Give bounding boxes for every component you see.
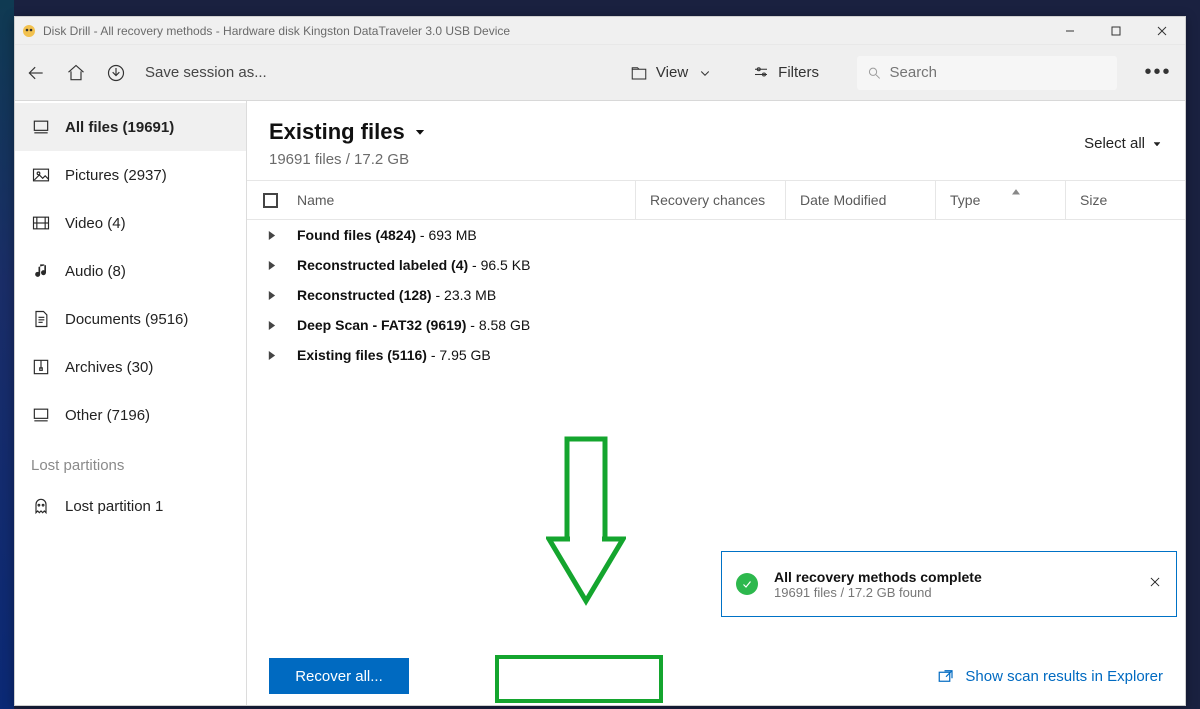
image-icon	[31, 165, 51, 185]
expand-icon[interactable]	[261, 260, 281, 271]
film-icon	[31, 213, 51, 233]
filters-button[interactable]: Filters	[752, 64, 819, 82]
home-button[interactable]	[65, 62, 87, 84]
sidebar-item-label: Pictures (2937)	[65, 167, 167, 184]
table-row[interactable]: Reconstructed labeled (4) - 96.5 KB	[247, 250, 1185, 280]
stack-icon	[31, 117, 51, 137]
sidebar-item-lost-partition-1[interactable]: Lost partition 1	[15, 482, 246, 530]
success-check-icon	[736, 573, 758, 595]
sidebar-heading-lost-partitions: Lost partitions	[15, 439, 246, 482]
toolbar: Save session as... View Filters •••	[15, 45, 1185, 101]
main-title-dropdown[interactable]: Existing files	[269, 119, 1084, 145]
sidebar-item-audio[interactable]: Audio (8)	[15, 247, 246, 295]
ghost-icon	[31, 496, 51, 516]
maximize-button[interactable]	[1093, 17, 1139, 44]
app-window: Disk Drill - All recovery methods - Hard…	[14, 16, 1186, 706]
sidebar-item-label: Documents (9516)	[65, 311, 188, 328]
chevron-down-icon	[413, 125, 427, 139]
column-size[interactable]: Size	[1065, 181, 1185, 219]
sidebar-item-label: All files (19691)	[65, 119, 174, 136]
sidebar-item-label: Lost partition 1	[65, 498, 163, 515]
search-box[interactable]	[857, 56, 1117, 90]
sidebar-item-label: Video (4)	[65, 215, 126, 232]
expand-icon[interactable]	[261, 290, 281, 301]
column-date-modified[interactable]: Date Modified	[785, 181, 935, 219]
folder-icon	[630, 64, 648, 82]
sidebar-item-pictures[interactable]: Pictures (2937)	[15, 151, 246, 199]
view-label: View	[656, 64, 688, 81]
sidebar-item-all-files[interactable]: All files (19691)	[15, 103, 246, 151]
table-row[interactable]: Existing files (5116) - 7.95 GB	[247, 340, 1185, 370]
table-row[interactable]: Deep Scan - FAT32 (9619) - 8.58 GB	[247, 310, 1185, 340]
window-title: Disk Drill - All recovery methods - Hard…	[43, 24, 510, 38]
status-detail: 19691 files / 17.2 GB found	[774, 585, 1132, 600]
minimize-button[interactable]	[1047, 17, 1093, 44]
save-session-icon[interactable]	[105, 62, 127, 84]
main-header: Existing files 19691 files / 17.2 GB Sel…	[247, 101, 1185, 180]
bottom-bar: Recover all... Show scan results in Expl…	[247, 647, 1185, 705]
sidebar-item-other[interactable]: Other (7196)	[15, 391, 246, 439]
expand-icon[interactable]	[261, 230, 281, 241]
status-title: All recovery methods complete	[774, 569, 1132, 585]
sidebar-item-label: Archives (30)	[65, 359, 153, 376]
titlebar: Disk Drill - All recovery methods - Hard…	[15, 17, 1185, 45]
show-in-explorer-link[interactable]: Show scan results in Explorer	[937, 667, 1163, 685]
select-all-button[interactable]: Select all	[1084, 135, 1163, 152]
chevron-down-icon	[696, 64, 714, 82]
document-icon	[31, 309, 51, 329]
column-recovery-chances[interactable]: Recovery chances	[635, 181, 785, 219]
expand-icon[interactable]	[261, 320, 281, 331]
desktop-background	[0, 0, 14, 709]
expand-icon[interactable]	[261, 350, 281, 361]
open-external-icon	[937, 667, 955, 685]
table-header: Name Recovery chances Date Modified Type…	[247, 180, 1185, 220]
sidebar: All files (19691) Pictures (2937) Video …	[15, 101, 247, 705]
column-name[interactable]: Name	[293, 181, 635, 219]
close-button[interactable]	[1139, 17, 1185, 44]
app-icon	[21, 23, 37, 39]
back-button[interactable]	[25, 62, 47, 84]
view-menu[interactable]: View	[630, 64, 714, 82]
search-icon	[867, 65, 882, 81]
sidebar-item-archives[interactable]: Archives (30)	[15, 343, 246, 391]
search-input[interactable]	[890, 64, 1108, 81]
sidebar-item-video[interactable]: Video (4)	[15, 199, 246, 247]
select-all-checkbox[interactable]	[247, 193, 293, 208]
status-close-button[interactable]	[1148, 575, 1162, 594]
select-all-label: Select all	[1084, 135, 1145, 152]
explorer-link-label: Show scan results in Explorer	[965, 668, 1163, 685]
table-row[interactable]: Reconstructed (128) - 23.3 MB	[247, 280, 1185, 310]
archive-icon	[31, 357, 51, 377]
main-subtitle: 19691 files / 17.2 GB	[269, 151, 1084, 168]
sidebar-item-label: Other (7196)	[65, 407, 150, 424]
column-type[interactable]: Type	[935, 181, 1065, 219]
save-session-button[interactable]: Save session as...	[145, 64, 267, 81]
chevron-down-icon	[1151, 138, 1163, 150]
recover-all-button[interactable]: Recover all...	[269, 658, 409, 694]
main-title-text: Existing files	[269, 119, 405, 145]
result-groups: Found files (4824) - 693 MB Reconstructe…	[247, 220, 1185, 370]
filters-label: Filters	[778, 64, 819, 81]
music-icon	[31, 261, 51, 281]
more-menu[interactable]: •••	[1141, 61, 1175, 84]
stack-icon	[31, 405, 51, 425]
table-row[interactable]: Found files (4824) - 693 MB	[247, 220, 1185, 250]
annotation-arrow-icon	[546, 436, 626, 636]
main-panel: Existing files 19691 files / 17.2 GB Sel…	[247, 101, 1185, 705]
status-toast: All recovery methods complete 19691 file…	[721, 551, 1177, 617]
sliders-icon	[752, 64, 770, 82]
sidebar-item-label: Audio (8)	[65, 263, 126, 280]
sidebar-item-documents[interactable]: Documents (9516)	[15, 295, 246, 343]
